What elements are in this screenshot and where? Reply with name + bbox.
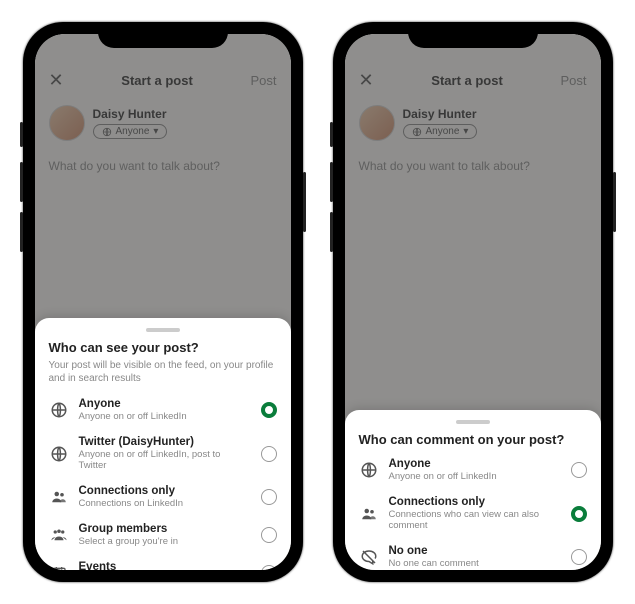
phone-frame-right: ✕ Start a post Post Daisy Hunter Anyone … [333,22,613,582]
option-label: Group members [79,523,251,535]
notch [408,22,538,48]
phone-frame-left: ✕ Start a post Post Daisy Hunter Anyone … [23,22,303,582]
mute-comment-icon [359,547,379,567]
option-label: Connections only [79,485,251,497]
screen-right: ✕ Start a post Post Daisy Hunter Anyone … [345,34,601,570]
screen-left: ✕ Start a post Post Daisy Hunter Anyone … [35,34,291,570]
option-desc: Connections who can view can also commen… [389,509,561,531]
option-desc: Select a group you're in [79,536,251,547]
option-group[interactable]: Group members Select a group you're in [49,516,277,554]
people-icon [359,504,379,524]
radio[interactable] [261,527,277,543]
option-desc: Anyone on or off LinkedIn [79,411,251,422]
globe-icon [359,460,379,480]
option-connections[interactable]: Connections only Connections on LinkedIn [49,478,277,516]
sheet-title: Who can see your post? [49,340,277,355]
globe-icon [49,444,69,464]
sheet-grabber[interactable] [456,420,490,424]
option-desc: Anyone on or off LinkedIn, post to Twitt… [79,449,251,471]
radio-selected[interactable] [261,402,277,418]
radio[interactable] [571,549,587,565]
comments-sheet: Who can comment on your post? Anyone Any… [345,410,601,570]
option-desc: No one can comment [389,558,561,569]
globe-icon [49,400,69,420]
option-anyone[interactable]: Anyone Anyone on or off LinkedIn [359,451,587,489]
option-desc: Anyone on or off LinkedIn [389,471,561,482]
option-label: Anyone [79,398,251,410]
sheet-title: Who can comment on your post? [359,432,587,447]
sheet-grabber[interactable] [146,328,180,332]
option-desc: Connections on LinkedIn [79,498,251,509]
group-icon [49,525,69,545]
sheet-subtitle: Your post will be visible on the feed, o… [49,359,277,385]
option-events[interactable]: Events Select an event [49,554,277,570]
notch [98,22,228,48]
option-connections[interactable]: Connections only Connections who can vie… [359,489,587,538]
radio[interactable] [261,565,277,570]
option-anyone[interactable]: Anyone Anyone on or off LinkedIn [49,391,277,429]
radio-selected[interactable] [571,506,587,522]
radio[interactable] [261,446,277,462]
option-noone[interactable]: No one No one can comment [359,538,587,570]
radio[interactable] [571,462,587,478]
option-label: No one [389,545,561,557]
option-label: Twitter (DaisyHunter) [79,436,251,448]
calendar-icon [49,563,69,570]
option-label: Anyone [389,458,561,470]
visibility-sheet: Who can see your post? Your post will be… [35,318,291,570]
radio[interactable] [261,489,277,505]
option-twitter[interactable]: Twitter (DaisyHunter) Anyone on or off L… [49,429,277,478]
option-label: Connections only [389,496,561,508]
people-icon [49,487,69,507]
option-label: Events [79,561,251,570]
